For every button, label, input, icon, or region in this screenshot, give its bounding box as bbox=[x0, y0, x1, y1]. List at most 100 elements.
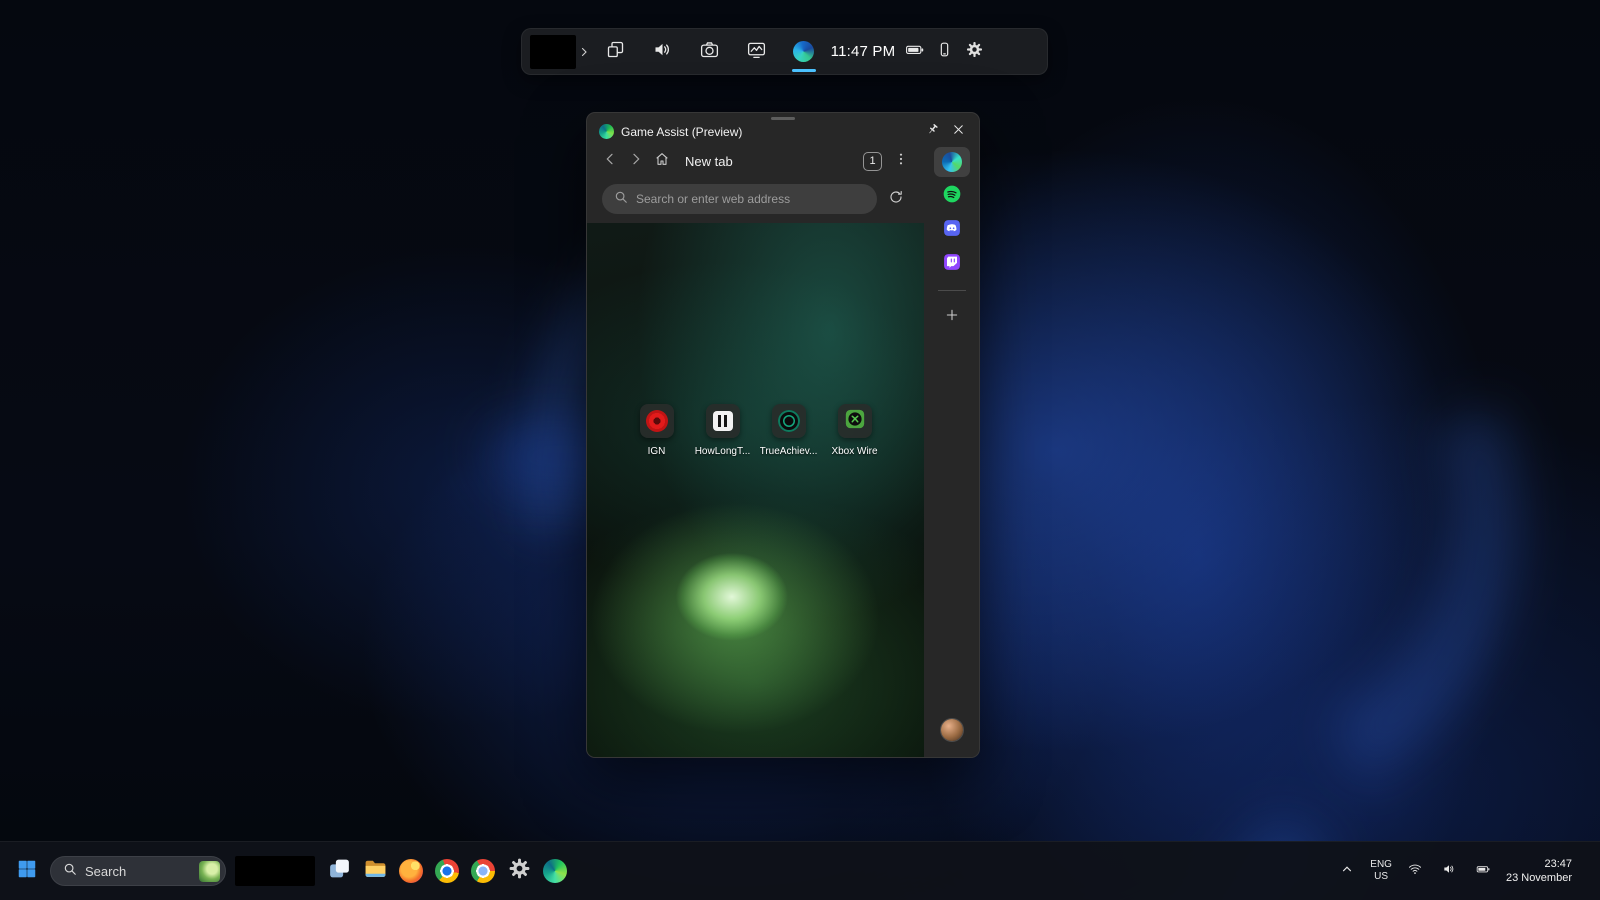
shortcut-tile bbox=[640, 404, 674, 438]
taskbar-app-icons bbox=[321, 850, 573, 892]
widgets-menu-button[interactable] bbox=[592, 31, 639, 73]
add-site-button[interactable] bbox=[934, 302, 970, 332]
tray-time: 23:47 bbox=[1506, 857, 1572, 871]
refresh-button[interactable] bbox=[881, 184, 911, 214]
clock[interactable]: 23:47 23 November bbox=[1506, 857, 1572, 886]
game-bar: 11:47 PM bbox=[521, 28, 1048, 75]
trueachievements-logo-icon bbox=[778, 410, 800, 432]
start-button[interactable] bbox=[12, 851, 42, 891]
chevron-left-icon bbox=[602, 151, 618, 172]
search-highlight-image bbox=[199, 861, 220, 882]
refresh-icon bbox=[888, 189, 904, 210]
chevron-right-icon bbox=[628, 151, 644, 172]
battery-button[interactable] bbox=[1472, 858, 1494, 885]
gamebar-clock: 11:47 PM bbox=[827, 43, 899, 60]
wallpaper-petal bbox=[920, 178, 1600, 882]
chrome-icon bbox=[435, 859, 459, 883]
sidebar-item-discord[interactable] bbox=[934, 215, 970, 245]
kebab-menu-icon bbox=[893, 151, 909, 172]
region-code: US bbox=[1370, 871, 1392, 883]
settings-button[interactable] bbox=[501, 850, 537, 892]
chevron-up-icon bbox=[1340, 862, 1354, 881]
chrome-button[interactable] bbox=[429, 850, 465, 892]
game-assist-taskbar-button[interactable] bbox=[537, 850, 573, 892]
home-button[interactable] bbox=[649, 147, 675, 175]
gamebar-mobile-button[interactable] bbox=[929, 31, 959, 73]
widgets-icon bbox=[605, 39, 626, 65]
game-assist-widget-button[interactable] bbox=[780, 31, 827, 73]
firefox-icon bbox=[399, 859, 423, 883]
volume-button[interactable] bbox=[1438, 858, 1460, 885]
pin-button[interactable] bbox=[919, 121, 945, 143]
game-assist-icon bbox=[543, 859, 567, 883]
hidden-icons-button[interactable] bbox=[1336, 858, 1358, 885]
drag-handle[interactable] bbox=[771, 117, 795, 120]
search-icon bbox=[63, 862, 77, 881]
taskbar-redacted-window-button[interactable] bbox=[235, 856, 315, 886]
search-icon bbox=[614, 190, 628, 209]
ign-logo-icon bbox=[646, 410, 668, 432]
shortcut-label: Xbox Wire bbox=[831, 446, 877, 457]
close-button[interactable] bbox=[945, 121, 971, 143]
window-title: Game Assist (Preview) bbox=[621, 125, 919, 139]
howlongtobeat-logo-icon bbox=[713, 411, 733, 431]
address-bar-row bbox=[587, 179, 924, 223]
gamebar-capture-preview[interactable] bbox=[530, 35, 576, 69]
taskbar-search-box[interactable]: Search bbox=[50, 856, 226, 886]
user-avatar bbox=[941, 719, 963, 741]
capture-widget-button[interactable] bbox=[686, 31, 733, 73]
address-bar[interactable] bbox=[602, 184, 877, 214]
chrome-secondary-button[interactable] bbox=[465, 850, 501, 892]
home-icon bbox=[654, 151, 670, 172]
phone-icon bbox=[935, 40, 954, 64]
sidebar-item-twitch[interactable] bbox=[934, 249, 970, 279]
performance-widget-button[interactable] bbox=[733, 31, 780, 73]
game-assist-edge-icon bbox=[599, 124, 614, 139]
file-explorer-button[interactable] bbox=[357, 850, 393, 892]
shortcut-tile bbox=[772, 404, 806, 438]
camera-icon bbox=[699, 39, 720, 65]
shortcut-grid: IGN HowLongT... TrueAchiev bbox=[587, 404, 924, 457]
shortcut-ign[interactable]: IGN bbox=[625, 404, 688, 457]
system-tray: ENG US 23:47 23 November bbox=[1336, 857, 1590, 886]
taskbar: Search bbox=[0, 841, 1600, 900]
chrome-secondary-icon bbox=[471, 859, 495, 883]
task-view-button[interactable] bbox=[321, 850, 357, 892]
edge-icon bbox=[942, 152, 962, 172]
back-button[interactable] bbox=[597, 147, 623, 175]
edge-icon bbox=[793, 41, 814, 62]
gamebar-settings-button[interactable] bbox=[959, 31, 989, 73]
network-button[interactable] bbox=[1404, 858, 1426, 885]
chevron-right-icon[interactable] bbox=[576, 46, 592, 58]
game-assist-sidebar bbox=[924, 143, 979, 757]
shortcut-howlongtobeat[interactable]: HowLongT... bbox=[691, 404, 754, 457]
task-view-icon bbox=[327, 856, 352, 886]
shortcut-trueachievements[interactable]: TrueAchiev... bbox=[757, 404, 820, 457]
firefox-button[interactable] bbox=[393, 850, 429, 892]
spotify-icon bbox=[942, 184, 962, 209]
language-code: ENG bbox=[1370, 859, 1392, 871]
shortcut-label: TrueAchiev... bbox=[760, 446, 818, 457]
shortcut-xbox-wire[interactable]: Xbox Wire bbox=[823, 404, 886, 457]
tab-counter-button[interactable]: 1 bbox=[863, 152, 882, 171]
window-titlebar[interactable]: Game Assist (Preview) bbox=[587, 113, 979, 143]
speaker-icon bbox=[1442, 862, 1456, 881]
more-options-button[interactable] bbox=[888, 147, 914, 175]
audio-widget-button[interactable] bbox=[639, 31, 686, 73]
close-icon bbox=[951, 122, 966, 142]
sidebar-item-edge[interactable] bbox=[934, 147, 970, 177]
language-indicator[interactable]: ENG US bbox=[1370, 859, 1392, 883]
plus-icon bbox=[945, 308, 959, 327]
profile-button[interactable] bbox=[934, 715, 970, 745]
gamebar-battery-button[interactable] bbox=[899, 31, 929, 73]
forward-button[interactable] bbox=[623, 147, 649, 175]
shortcut-tile bbox=[706, 404, 740, 438]
address-input[interactable] bbox=[636, 192, 865, 206]
folder-icon bbox=[363, 856, 388, 886]
gear-icon bbox=[965, 40, 984, 64]
shortcut-label: HowLongT... bbox=[695, 446, 751, 457]
gear-icon bbox=[507, 856, 532, 886]
battery-icon bbox=[905, 40, 924, 64]
sidebar-item-spotify[interactable] bbox=[934, 181, 970, 211]
twitch-icon bbox=[942, 252, 962, 277]
